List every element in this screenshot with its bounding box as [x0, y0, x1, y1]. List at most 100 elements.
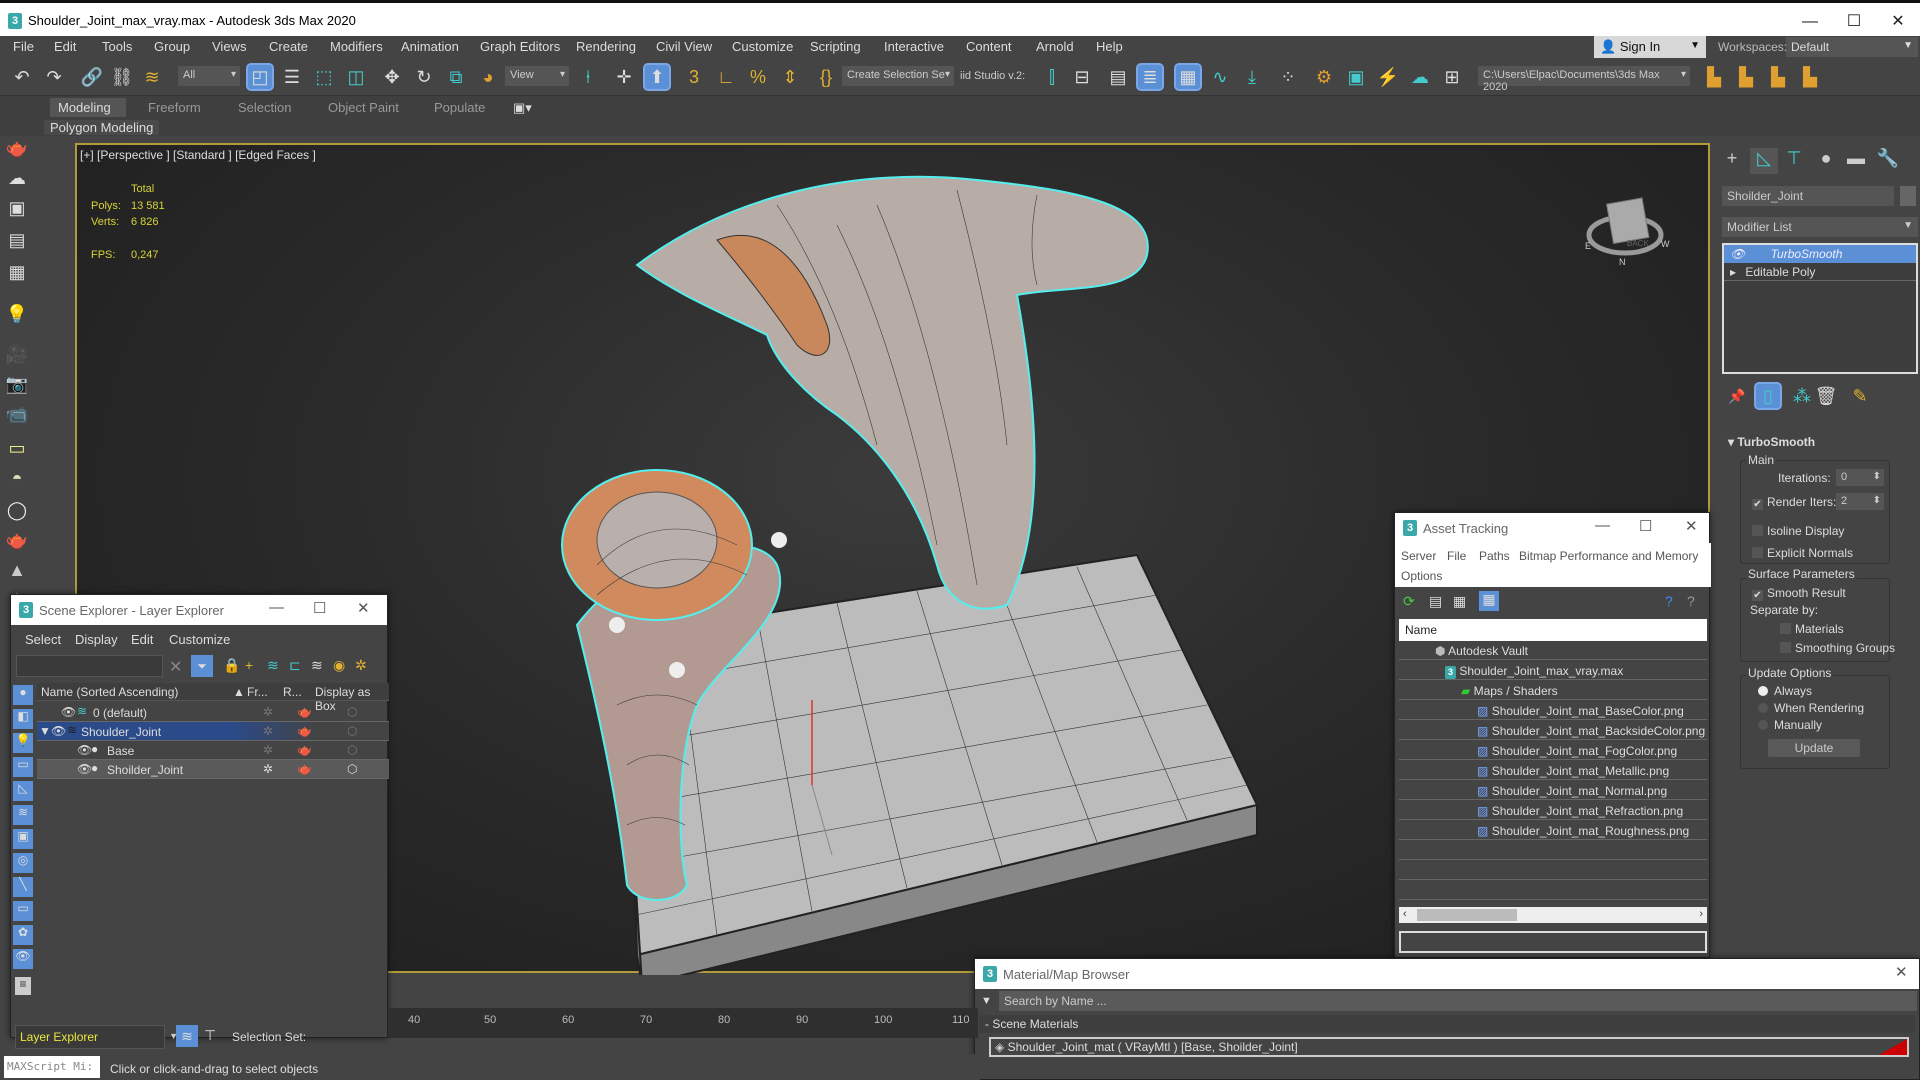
iterations-spinner[interactable]: 0: [1836, 469, 1884, 486]
menu-bitmap-performance[interactable]: Bitmap Performance and Memory: [1519, 549, 1698, 563]
link-icon[interactable]: 🔗: [80, 65, 104, 89]
render-cloud-icon[interactable]: ☁: [1408, 65, 1432, 89]
expand-arrow-icon[interactable]: ▸: [1730, 265, 1736, 279]
layer-explorer-toggle-icon[interactable]: ≋: [176, 1025, 198, 1047]
keyboard-shortcut-override-icon[interactable]: ⬆: [645, 65, 669, 89]
object-name-field[interactable]: Shoilder_Joint: [1722, 186, 1894, 206]
rotate-icon[interactable]: ↻: [412, 65, 436, 89]
camera-icon[interactable]: 🎥: [5, 342, 29, 366]
modifier-turbosmooth[interactable]: 👁 TurboSmooth: [1724, 245, 1916, 263]
render-iters-spinner[interactable]: 2: [1836, 493, 1884, 510]
eye-icon[interactable]: 👁: [51, 724, 66, 738]
expand-arrow-icon[interactable]: ▼: [39, 724, 51, 738]
menu-edit[interactable]: Edit: [131, 632, 153, 647]
add-to-layer-icon[interactable]: ≋: [267, 657, 279, 674]
menu-scripting[interactable]: Scripting: [810, 39, 861, 54]
menu-customize[interactable]: Customize: [169, 632, 230, 647]
viewcube-face-label[interactable]: BACK: [1627, 239, 1649, 248]
menu-help[interactable]: Help: [1096, 39, 1123, 54]
filter-icon[interactable]: ⏷: [191, 655, 213, 677]
material-item[interactable]: ◈ Shoulder_Joint_mat ( VRayMtl ) [Base, …: [989, 1037, 1909, 1057]
eye-icon[interactable]: 👁: [77, 743, 92, 757]
horizontal-scrollbar[interactable]: ‹ ›: [1399, 907, 1707, 923]
checkbox-checked[interactable]: ✔: [1752, 590, 1763, 601]
renderable-icon[interactable]: 🫖: [297, 762, 312, 776]
freeze-icon[interactable]: ✲: [263, 724, 273, 738]
scene-materials-section[interactable]: - Scene Materials: [979, 1015, 1915, 1033]
mirror-icon[interactable]: ⫿: [1040, 65, 1064, 89]
menu-file[interactable]: File: [1447, 549, 1466, 563]
always-radio[interactable]: Always: [1758, 684, 1812, 698]
tab-object-paint[interactable]: Object Paint: [320, 98, 407, 117]
document-icon[interactable]: ▤: [5, 228, 29, 252]
filter-hidden-icon[interactable]: 👁: [13, 949, 33, 969]
asset-row[interactable]: ▨ Shoulder_Joint_mat_Metallic.png: [1399, 761, 1707, 780]
window-crossing-icon[interactable]: ◫: [344, 65, 368, 89]
renderable-icon[interactable]: 🫖: [297, 724, 312, 738]
menu-rendering[interactable]: Rendering: [576, 39, 636, 54]
radio-unselected[interactable]: [1758, 703, 1768, 713]
radio-unselected[interactable]: [1758, 720, 1768, 730]
object-row-shoilder-joint[interactable]: 👁 ● Shoilder_Joint ✲ 🫖 ⬡: [37, 760, 389, 779]
physical-camera-icon[interactable]: 📷: [5, 372, 29, 396]
column-renderable[interactable]: R...: [283, 685, 302, 699]
when-rendering-radio[interactable]: When Rendering: [1758, 701, 1864, 715]
timeline-ruler[interactable]: 40 50 60 70 80 90 100 110: [388, 1008, 978, 1038]
placement-icon[interactable]: ◕: [476, 65, 500, 89]
close-button[interactable]: ✕: [1895, 963, 1908, 981]
close-button[interactable]: ✕: [1878, 9, 1918, 35]
ribbon-options-icon[interactable]: ▣▾: [505, 98, 540, 117]
filter-containers-icon[interactable]: ▭: [13, 901, 33, 921]
filter-lights-icon[interactable]: 💡: [13, 733, 33, 753]
bind-space-warp-icon[interactable]: ≋: [140, 65, 164, 89]
pin-stack-icon[interactable]: 📌: [1725, 384, 1749, 408]
sign-in-button[interactable]: 👤 Sign In ▼: [1594, 36, 1706, 58]
motion-tab-icon[interactable]: ●: [1812, 148, 1840, 174]
menu-select[interactable]: Select: [25, 632, 61, 647]
filter-cameras-icon[interactable]: ▭: [13, 757, 33, 777]
asset-row[interactable]: ⬢ Autodesk Vault: [1399, 641, 1707, 660]
move-icon[interactable]: ✥: [380, 65, 404, 89]
remove-modifier-icon[interactable]: 🗑: [1814, 384, 1838, 408]
menu-arnold[interactable]: Arnold: [1036, 39, 1074, 54]
menu-modifiers[interactable]: Modifiers: [330, 39, 383, 54]
viewport-label[interactable]: [+] [Perspective ] [Standard ] [Edged Fa…: [80, 148, 316, 162]
unlink-icon[interactable]: ⛓: [110, 65, 134, 89]
tab-modeling[interactable]: Modeling: [50, 98, 126, 117]
filter-xrefs-icon[interactable]: ◎: [13, 853, 33, 873]
align-icon[interactable]: ⊟: [1070, 65, 1094, 89]
new-layer-icon[interactable]: +: [245, 657, 253, 673]
render-frame-grid-icon[interactable]: ⊞: [1440, 65, 1464, 89]
toggle-scene-explorer-icon[interactable]: ▤: [1106, 65, 1130, 89]
renderable-icon[interactable]: 🫖: [297, 705, 312, 719]
minimize-button[interactable]: —: [269, 599, 284, 616]
freeze-icon[interactable]: ✲: [355, 657, 367, 674]
maxscript-listener-input[interactable]: MAXScript Mi:: [4, 1056, 100, 1078]
filter-groups-icon[interactable]: ▣: [13, 829, 33, 849]
asset-row[interactable]: ▨ Shoulder_Joint_mat_Normal.png: [1399, 781, 1707, 800]
menu-content[interactable]: Content: [966, 39, 1012, 54]
create-tab-icon[interactable]: +: [1718, 148, 1746, 174]
snaps-toggle-icon[interactable]: 3: [682, 65, 706, 89]
reference-coordinate-dropdown[interactable]: View: [505, 66, 569, 86]
settings-panel-icon[interactable]: ▦: [5, 260, 29, 284]
scene-explorer-toggle-icon[interactable]: ⊤: [204, 1027, 216, 1044]
radio-selected[interactable]: [1758, 686, 1768, 696]
area-light-icon[interactable]: ▭: [5, 436, 29, 460]
scene-explorer-titlebar[interactable]: 3 Scene Explorer - Layer Explorer — ☐ ✕: [11, 595, 387, 625]
menu-interactive[interactable]: Interactive: [884, 39, 944, 54]
freeze-icon[interactable]: ✲: [263, 705, 273, 719]
polygon-modeling-panel[interactable]: Polygon Modeling: [44, 120, 160, 135]
maximize-button[interactable]: ☐: [1639, 517, 1652, 535]
undo-icon[interactable]: ↶: [10, 65, 34, 89]
box-icon[interactable]: ⬡: [347, 705, 357, 719]
pivot-center-icon[interactable]: ⍿: [576, 65, 600, 89]
list-view-icon[interactable]: ▤: [1429, 593, 1442, 610]
render-setup-icon[interactable]: ⚙: [1312, 65, 1336, 89]
dope-sheet-icon[interactable]: ⤓: [1240, 65, 1264, 89]
table-view-icon[interactable]: ▦: [1479, 591, 1499, 611]
modify-tab-icon[interactable]: ◺: [1750, 148, 1778, 174]
modifier-list-dropdown[interactable]: Modifier List ▼: [1722, 217, 1918, 237]
utilities-tab-icon[interactable]: 🔧: [1874, 148, 1902, 174]
sphere-light-icon[interactable]: ◯: [5, 498, 29, 522]
